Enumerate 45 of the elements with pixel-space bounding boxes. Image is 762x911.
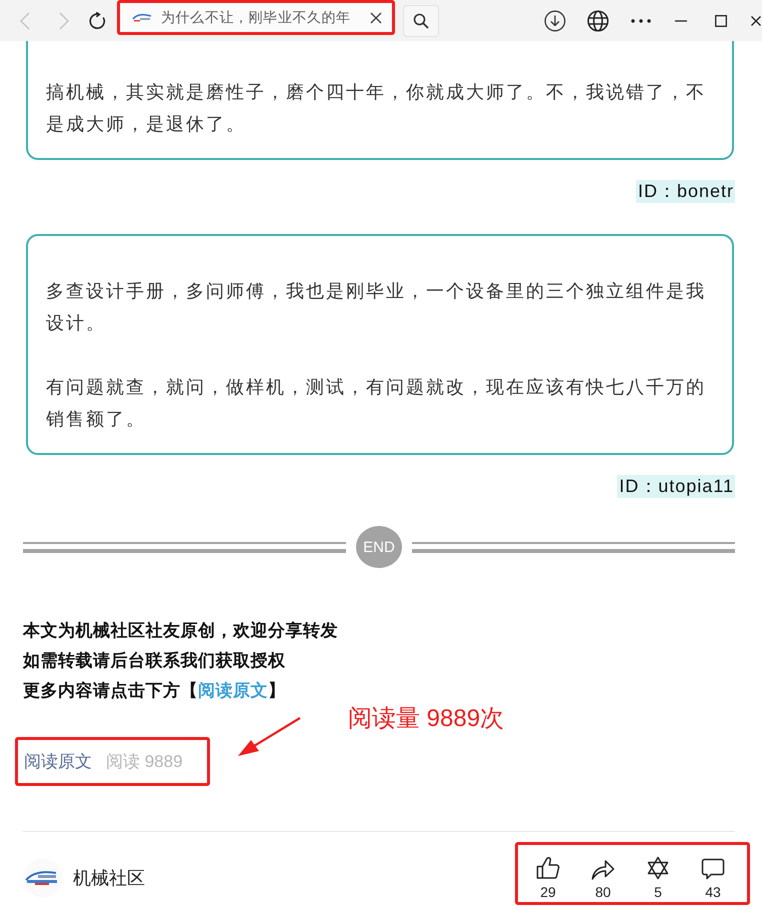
author-id: ID：utopia11 bbox=[617, 475, 735, 498]
back-icon bbox=[20, 12, 30, 30]
close-button[interactable] bbox=[370, 12, 382, 24]
comment-text: 多查设计手册，多问师傅，我也是刚毕业，一个设备里的三个独立组件是我设计。 bbox=[46, 280, 707, 335]
read-count: 阅读 9889 bbox=[106, 751, 183, 773]
share-button[interactable]: 80 bbox=[578, 848, 628, 900]
search-button[interactable] bbox=[403, 4, 439, 36]
more-icon bbox=[631, 18, 651, 22]
globe-icon bbox=[587, 10, 609, 32]
maximize-icon bbox=[715, 14, 727, 26]
thumbs-up-icon bbox=[536, 856, 560, 880]
end-marker: END bbox=[356, 526, 402, 568]
minimize-icon bbox=[675, 20, 687, 22]
annotation-text: 阅读量 9889次 bbox=[348, 704, 504, 734]
comment-button[interactable]: 43 bbox=[688, 848, 738, 900]
speech-bubble-icon bbox=[701, 858, 725, 880]
close-icon bbox=[370, 12, 382, 24]
refresh-icon bbox=[88, 12, 106, 30]
window-close-button[interactable] bbox=[751, 16, 761, 26]
like-button[interactable]: 29 bbox=[523, 848, 573, 900]
search-icon bbox=[413, 12, 429, 28]
hexagram-icon bbox=[646, 856, 670, 880]
notice-text: 本文为机械社区社友原创，欢迎分享转发 bbox=[23, 620, 339, 642]
account-name: 机械社区 bbox=[73, 866, 145, 890]
more-button[interactable] bbox=[631, 18, 651, 22]
address-bar[interactable]: 为什么不让，刚毕业不久的年 bbox=[117, 0, 395, 35]
download-icon bbox=[544, 10, 566, 32]
page-title: 为什么不让，刚毕业不久的年 bbox=[161, 8, 352, 26]
download-button[interactable] bbox=[544, 10, 566, 32]
comment-text: 有问题就查，就问，做样机，测试，有问题就改，现在应该有快七八千万的销售额了。 bbox=[46, 376, 707, 431]
globe-button[interactable] bbox=[587, 10, 609, 32]
notice-text: 如需转载请后台联系我们获取授权 bbox=[23, 650, 286, 672]
close-icon bbox=[751, 16, 761, 26]
annotation-arrow bbox=[238, 717, 301, 756]
minimize-button[interactable] bbox=[675, 20, 687, 22]
refresh-button[interactable] bbox=[88, 12, 106, 30]
comment-text: 搞机械，其实就是磨性子，磨个四十年，你就成大师了。不，我说错了，不是成大师，是退休了。 bbox=[46, 81, 707, 136]
wow-button[interactable]: 5 bbox=[633, 848, 683, 900]
logo-icon bbox=[132, 13, 152, 22]
maximize-button[interactable] bbox=[715, 14, 727, 26]
author-id: ID：bonetr bbox=[636, 180, 735, 203]
forward-icon bbox=[59, 12, 69, 30]
share-arrow-icon bbox=[591, 858, 615, 880]
notice-text: 更多内容请点击下方【阅读原文】 bbox=[23, 680, 286, 702]
read-original-link[interactable]: 阅读原文 bbox=[24, 750, 92, 773]
